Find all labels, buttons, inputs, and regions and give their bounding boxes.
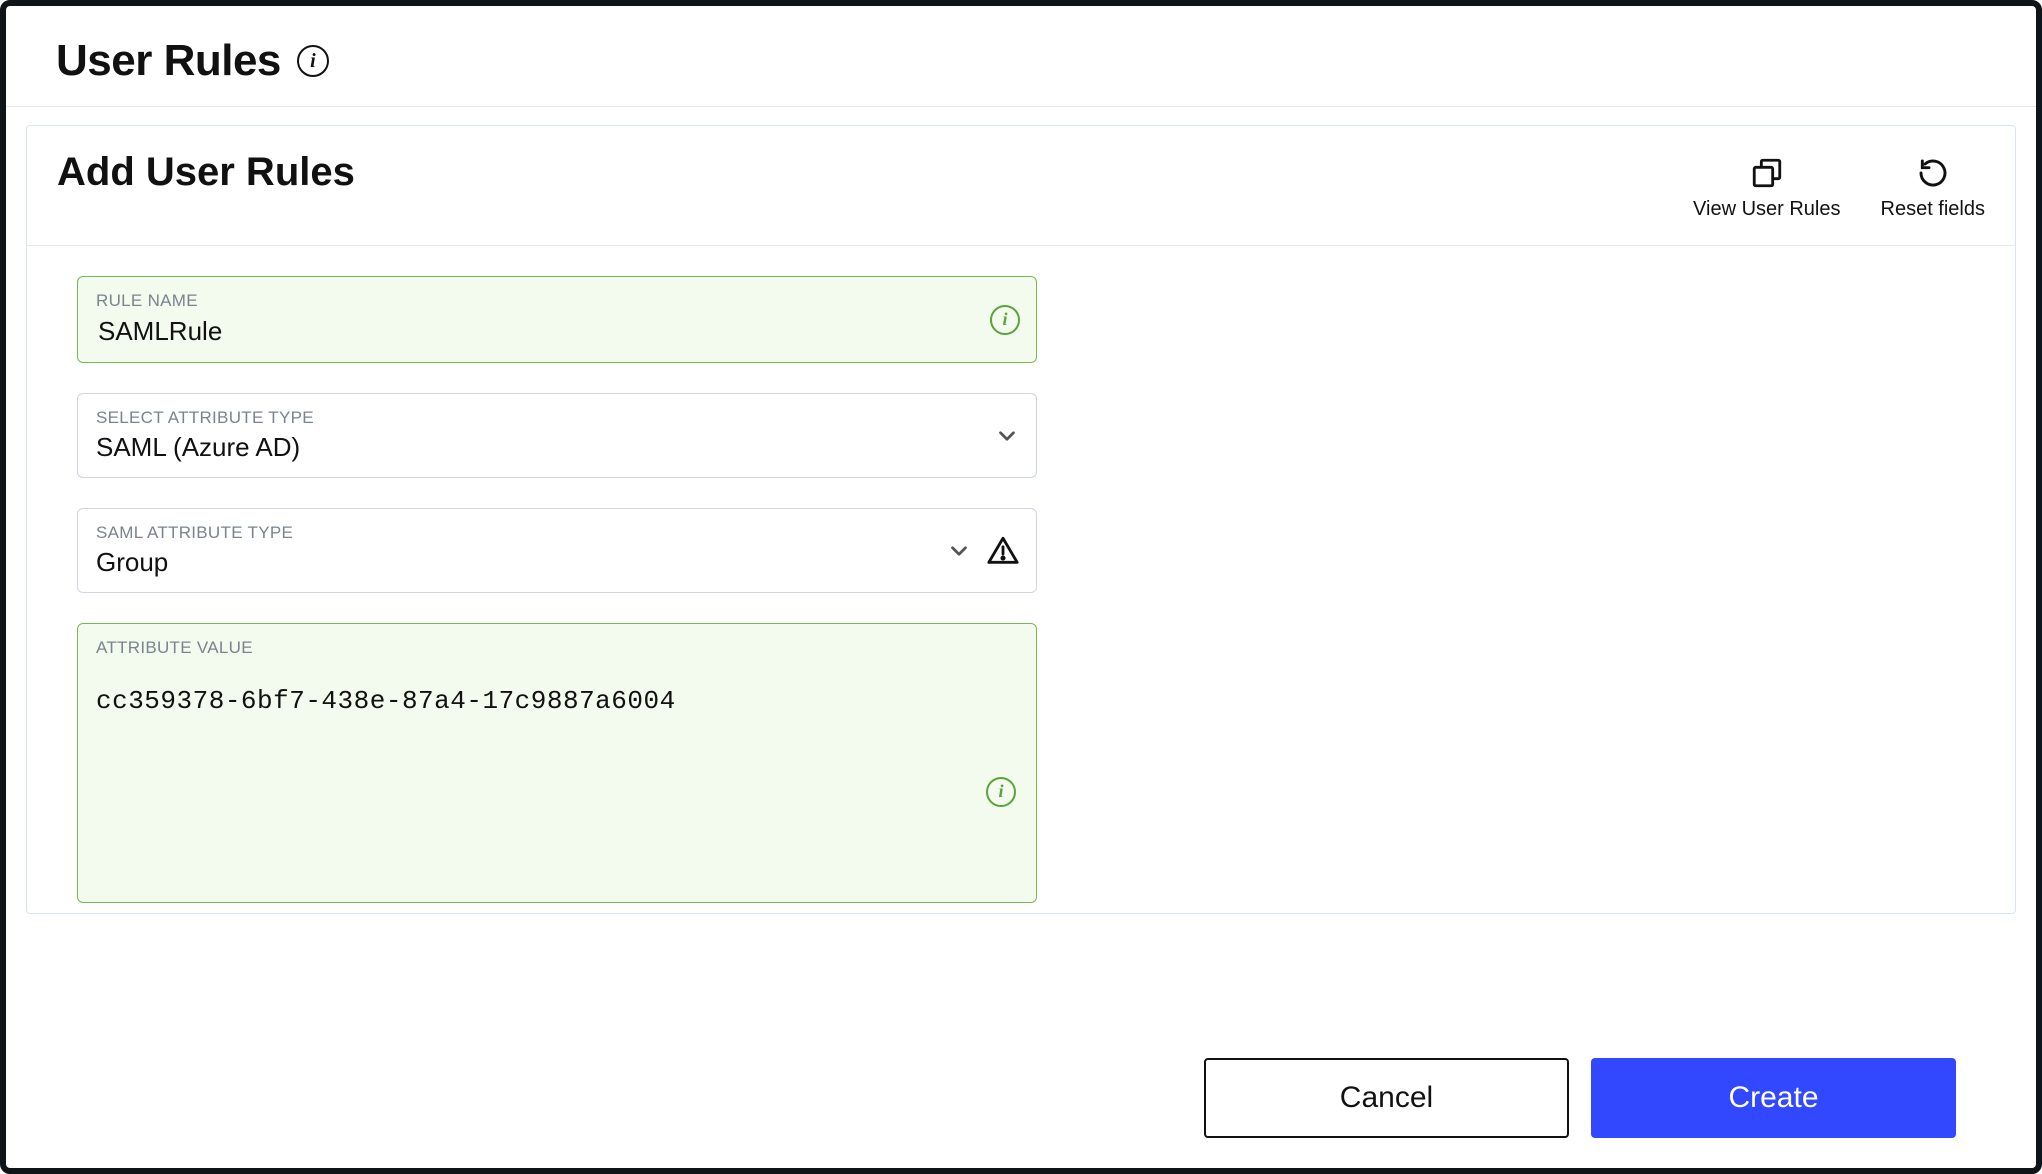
cancel-label: Cancel	[1340, 1081, 1433, 1115]
view-user-rules-button[interactable]: View User Rules	[1693, 156, 1840, 221]
app-frame: User Rules i Add User Rules View User Ru…	[0, 0, 2042, 1174]
info-icon[interactable]: i	[297, 45, 329, 77]
copy-icon	[1750, 156, 1784, 190]
attribute-value-label: ATTRIBUTE VALUE	[96, 638, 1018, 658]
rule-name-label: RULE NAME	[96, 291, 966, 311]
rule-name-input[interactable]	[96, 315, 966, 348]
panel-title: Add User Rules	[57, 150, 355, 195]
view-user-rules-label: View User Rules	[1693, 198, 1840, 221]
warning-icon[interactable]	[986, 534, 1020, 568]
info-icon[interactable]: i	[990, 305, 1020, 335]
reset-fields-label: Reset fields	[1881, 198, 1986, 221]
chevron-down-icon	[946, 538, 972, 564]
form-area: RULE NAME i SELECT ATTRIBUTE TYPE SAML (…	[27, 246, 1087, 913]
saml-attribute-type-label: SAML ATTRIBUTE TYPE	[96, 523, 966, 543]
footer-actions: Cancel Create	[1204, 1058, 1956, 1138]
panel-header: Add User Rules View User Rules	[27, 126, 2015, 246]
page-title: User Rules	[56, 36, 281, 86]
reset-icon	[1917, 156, 1949, 190]
page-header: User Rules i	[6, 6, 2036, 107]
chevron-down-icon	[994, 423, 1020, 449]
add-rules-panel: Add User Rules View User Rules	[26, 125, 2016, 914]
info-icon[interactable]: i	[986, 777, 1016, 807]
attribute-type-value: SAML (Azure AD)	[96, 432, 966, 463]
rule-name-field[interactable]: RULE NAME i	[77, 276, 1037, 363]
cancel-button[interactable]: Cancel	[1204, 1058, 1569, 1138]
create-label: Create	[1728, 1081, 1818, 1115]
create-button[interactable]: Create	[1591, 1058, 1956, 1138]
attribute-type-field[interactable]: SELECT ATTRIBUTE TYPE SAML (Azure AD)	[77, 393, 1037, 478]
panel-actions: View User Rules Reset fields	[1693, 150, 1985, 221]
attribute-value-field[interactable]: ATTRIBUTE VALUE cc359378-6bf7-438e-87a4-…	[77, 623, 1037, 903]
saml-attribute-type-value: Group	[96, 547, 966, 578]
reset-fields-button[interactable]: Reset fields	[1881, 156, 1986, 221]
saml-attribute-type-field[interactable]: SAML ATTRIBUTE TYPE Group	[77, 508, 1037, 593]
attribute-type-label: SELECT ATTRIBUTE TYPE	[96, 408, 966, 428]
attribute-value-input[interactable]: cc359378-6bf7-438e-87a4-17c9887a6004	[96, 686, 1018, 716]
